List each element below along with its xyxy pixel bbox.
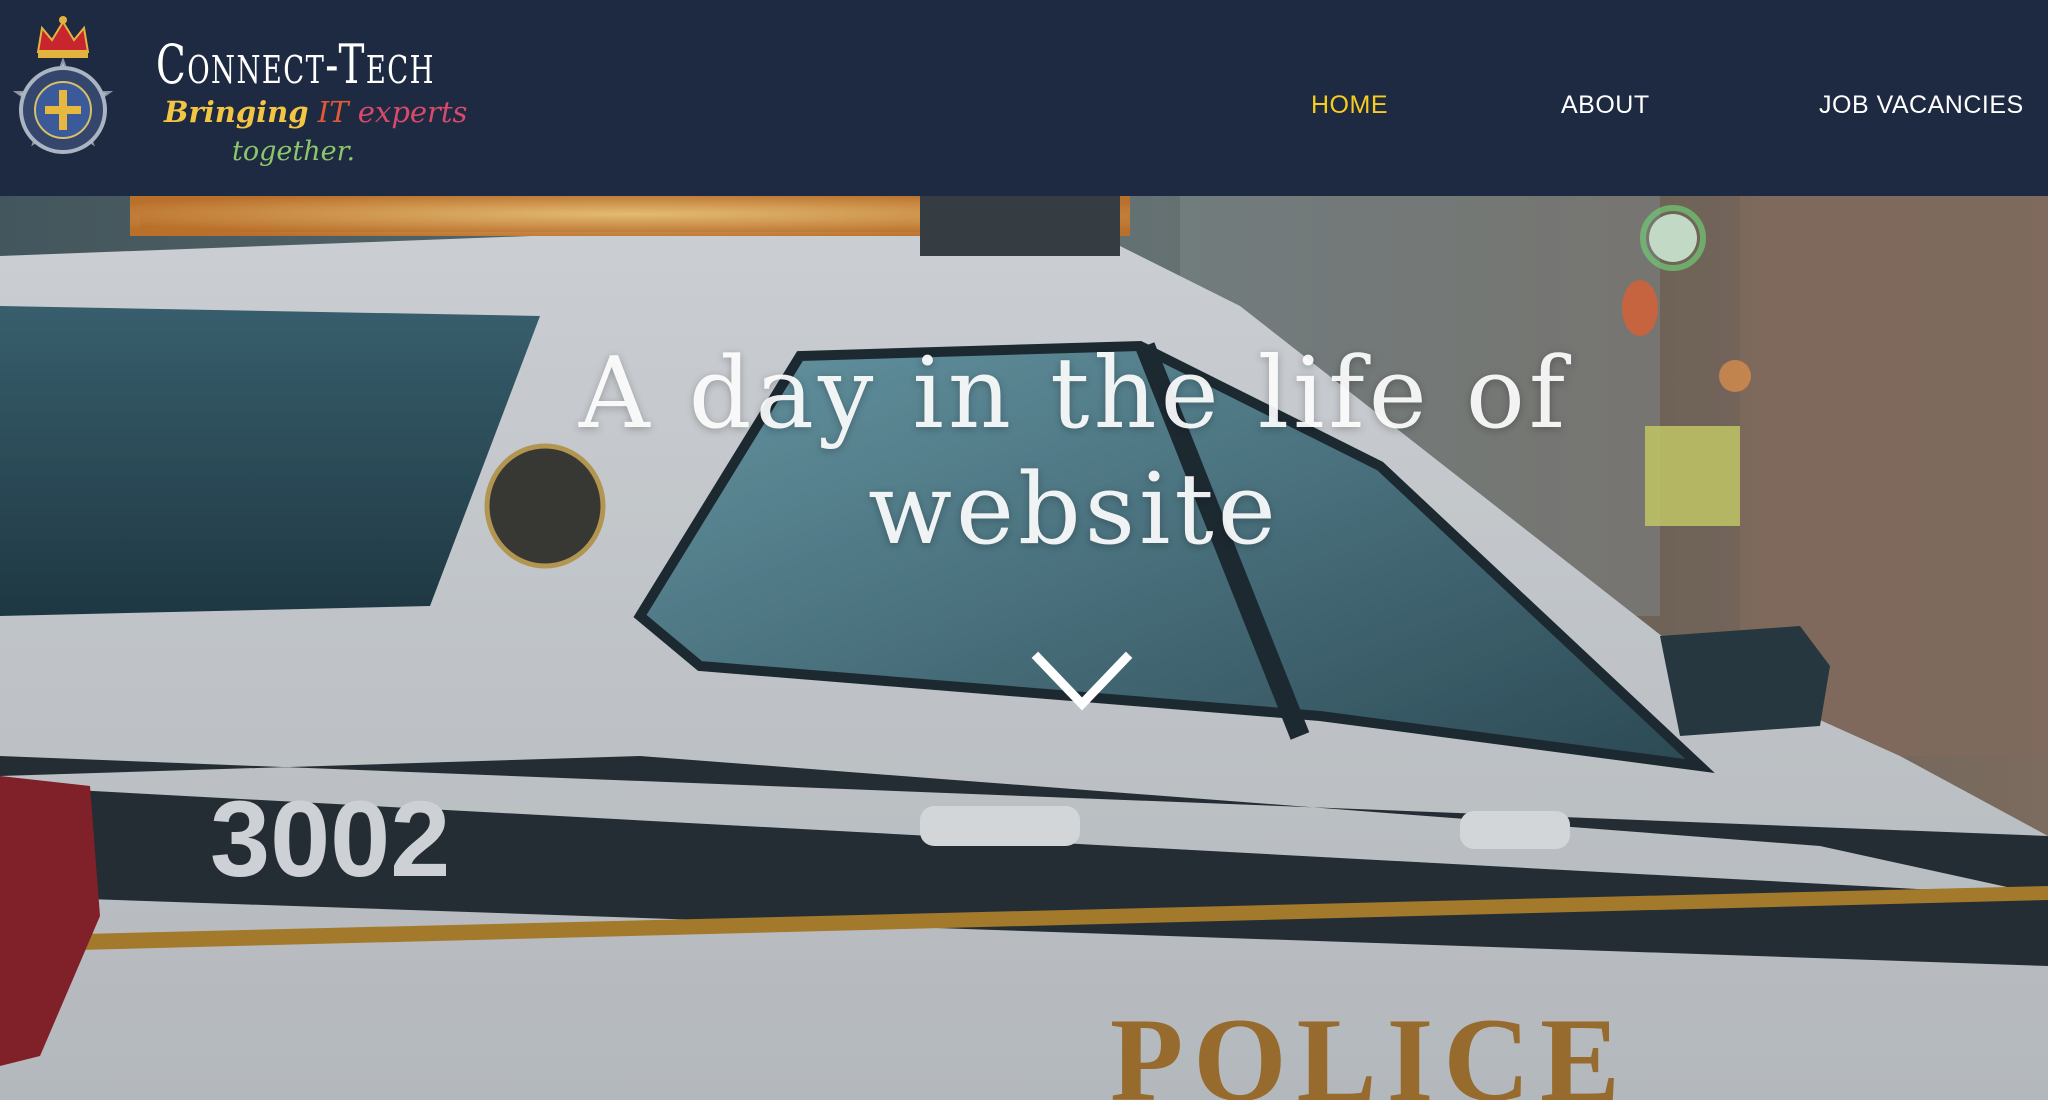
site-header: Connect-Tech Bringing IT experts togethe… (0, 0, 2048, 196)
nav-item-home[interactable]: HOME (1311, 88, 1388, 122)
scroll-down-button[interactable] (1030, 648, 1134, 720)
main-nav: HOME ABOUT JOB VACANCIES (1148, 0, 2048, 196)
brand-tagline-together: together. (232, 136, 356, 167)
tagline-word-it: IT (317, 95, 349, 129)
brand-block: Connect-Tech Bringing IT experts togethe… (156, 33, 543, 166)
hero-title: A day in the life of website (578, 337, 1570, 567)
brand-tagline: Bringing IT experts (164, 98, 467, 127)
nav-item-about[interactable]: ABOUT (1561, 88, 1650, 122)
police-crest-icon (12, 16, 114, 154)
home-logo-link[interactable]: Connect-Tech Bringing IT experts togethe… (0, 0, 467, 196)
tagline-word-experts: experts (357, 95, 468, 129)
nav-item-job-vacancies[interactable]: JOB VACANCIES (1819, 88, 2024, 122)
hero-section: 3002 POLICE A day in the life of website (0, 196, 2048, 1100)
brand-name: Connect-Tech (156, 33, 435, 96)
tagline-word-bringing: Bringing (164, 95, 309, 129)
hero-background-image: 3002 POLICE (0, 196, 2048, 1100)
chevron-down-icon (1031, 651, 1133, 711)
